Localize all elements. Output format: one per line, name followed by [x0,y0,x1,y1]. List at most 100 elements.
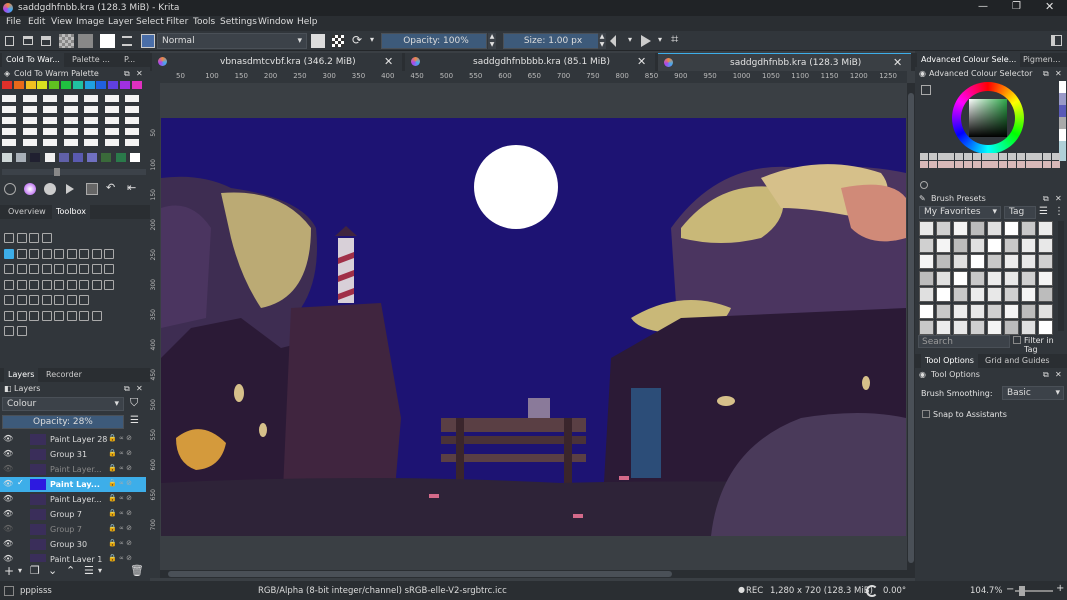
history-swatch[interactable] [990,153,999,160]
close-dock-icon[interactable]: ✕ [136,69,143,78]
tool-button-icon[interactable] [41,264,52,274]
palette-swatch[interactable] [30,153,41,162]
history-swatch[interactable] [964,161,972,168]
brush-preset-icon[interactable] [141,34,155,48]
menu-window[interactable]: Window [258,17,294,27]
palette-swatch[interactable] [2,106,16,113]
add-layer-icon[interactable]: + [4,564,14,578]
tool-button-icon[interactable] [29,248,39,259]
recent-colors-column[interactable] [1059,81,1066,161]
tool-button-icon[interactable] [16,295,27,305]
layer-menu-icon[interactable]: ☰ [130,415,139,426]
tool-button-icon[interactable] [16,233,27,243]
tool-button-icon[interactable] [104,264,114,274]
doc-tab-2[interactable]: saddgdhfnbbbb.kra (85.1 MiB) ✕ [405,53,655,71]
brush-preset-thumbnail[interactable] [919,237,934,253]
rec-label[interactable]: REC [746,586,763,596]
size-spinner[interactable]: ▲ ▼ [598,33,606,49]
tool-button-icon[interactable] [41,233,52,243]
history-swatch[interactable] [1025,161,1034,168]
mirror-dropdown-icon[interactable]: ▾ [628,35,632,44]
visibility-eye-icon[interactable]: 👁 [3,539,13,548]
layer-row[interactable]: 👁 Group 7 🔒 ∝ ⊘ [0,507,146,522]
tool-button-icon[interactable] [91,264,102,274]
reload-preset-icon[interactable]: ⟳ [352,33,362,47]
brush-preset-thumbnail[interactable] [987,221,1002,236]
tool-button-icon[interactable] [66,264,77,274]
layer-properties-icon[interactable]: ☰ [84,564,94,577]
vertical-scrollbar[interactable] [907,83,915,578]
palette-swatch[interactable] [22,139,37,146]
delete-layer-icon[interactable]: 🗑 [130,564,144,577]
palette-swatch[interactable] [125,106,139,113]
palette-swatch[interactable] [125,117,139,124]
palette-swatch[interactable] [25,81,36,89]
history-swatch[interactable] [1016,161,1025,168]
brush-preset-thumbnail[interactable] [936,237,951,253]
mirror-v-dropdown-icon[interactable]: ▾ [658,35,662,44]
brush-preset-thumbnail[interactable] [919,254,934,269]
tool-button-icon[interactable] [16,279,27,290]
palette-swatch[interactable] [84,106,98,113]
palette-swatch[interactable] [84,117,98,124]
doc-tab-3-active[interactable]: saddgdhfnbb.kra (128.3 MiB) ✕ [658,53,911,71]
brush-preset-thumbnail[interactable] [970,221,985,236]
brush-preset-thumbnail[interactable] [953,270,968,286]
refresh-icon[interactable] [4,183,16,195]
float-dock-icon[interactable]: ⧉ [124,69,130,79]
brush-preset-thumbnail[interactable] [987,237,1002,253]
history-swatch[interactable] [1043,153,1052,160]
brush-preset-thumbnail[interactable] [953,237,968,253]
zoom-slider[interactable] [1015,586,1053,596]
brush-preset-thumbnail[interactable] [1038,320,1053,335]
layer-lock-alpha-icons[interactable]: 🔒 ∝ ⊘ [108,509,132,517]
brush-preset-thumbnail[interactable] [1038,221,1053,236]
palette-swatch[interactable] [104,139,119,146]
brush-preset-thumbnail[interactable] [953,320,968,335]
tool-button-icon[interactable] [4,233,14,243]
acs-settings-icon[interactable] [921,85,931,95]
palette-swatch[interactable] [84,95,98,102]
brush-preset-thumbnail[interactable] [919,320,934,335]
tag-button[interactable]: Tag [1004,206,1036,219]
tab-toolbox[interactable]: Toolbox [52,205,90,219]
palette-swatch[interactable] [43,95,57,102]
visibility-eye-icon[interactable]: 👁 [3,509,13,518]
tool-button-icon[interactable] [4,295,14,305]
brush-preset-thumbnail[interactable] [970,254,985,269]
undo-icon[interactable]: ↶ [106,181,115,194]
tool-button-icon[interactable] [79,310,89,321]
tool-button-icon[interactable] [91,310,102,321]
menu-tools[interactable]: Tools [193,17,215,27]
palette-swatch[interactable] [44,153,55,162]
history-swatch[interactable] [946,161,955,168]
tab-advanced-colour[interactable]: Advanced Colour Sele... [917,53,1021,67]
layer-row[interactable]: 👁 Group 7 🔒 ∝ ⊘ [0,522,146,537]
history-swatch[interactable] [920,161,928,168]
new-document-icon[interactable] [5,36,14,46]
brush-preset-thumbnail[interactable] [936,320,951,335]
palette-swatch[interactable] [37,81,48,89]
brush-preset-thumbnail[interactable] [970,237,985,253]
tool-button-icon[interactable] [16,264,27,274]
tool-button-icon[interactable] [79,279,89,290]
palette-swatch[interactable] [22,106,37,113]
dropdown-arrow-icon[interactable]: ▾ [370,35,374,44]
history-swatch[interactable] [928,153,937,160]
brush-preset-thumbnail[interactable] [1038,287,1053,302]
brush-preset-thumbnail[interactable] [919,221,934,236]
blend-mode-select[interactable]: Normal ▾ [157,33,307,49]
tool-button-icon[interactable] [66,295,77,305]
palette-swatch[interactable] [43,117,57,124]
brush-preset-thumbnail[interactable] [1038,237,1053,253]
brush-preset-thumbnail[interactable] [1021,320,1036,335]
history-swatch[interactable] [999,153,1008,160]
presets-scrollbar[interactable] [1058,221,1064,331]
brush-preset-thumbnail[interactable] [1004,270,1019,286]
tool-button-icon[interactable] [66,279,77,290]
mirror-vertical-icon[interactable] [641,35,651,47]
palette-swatch[interactable] [2,81,12,89]
brush-preset-thumbnail[interactable] [987,303,1002,319]
layer-lock-alpha-icons[interactable]: 🔒 ∝ ⊘ [108,494,132,502]
history-swatch[interactable] [981,153,990,160]
